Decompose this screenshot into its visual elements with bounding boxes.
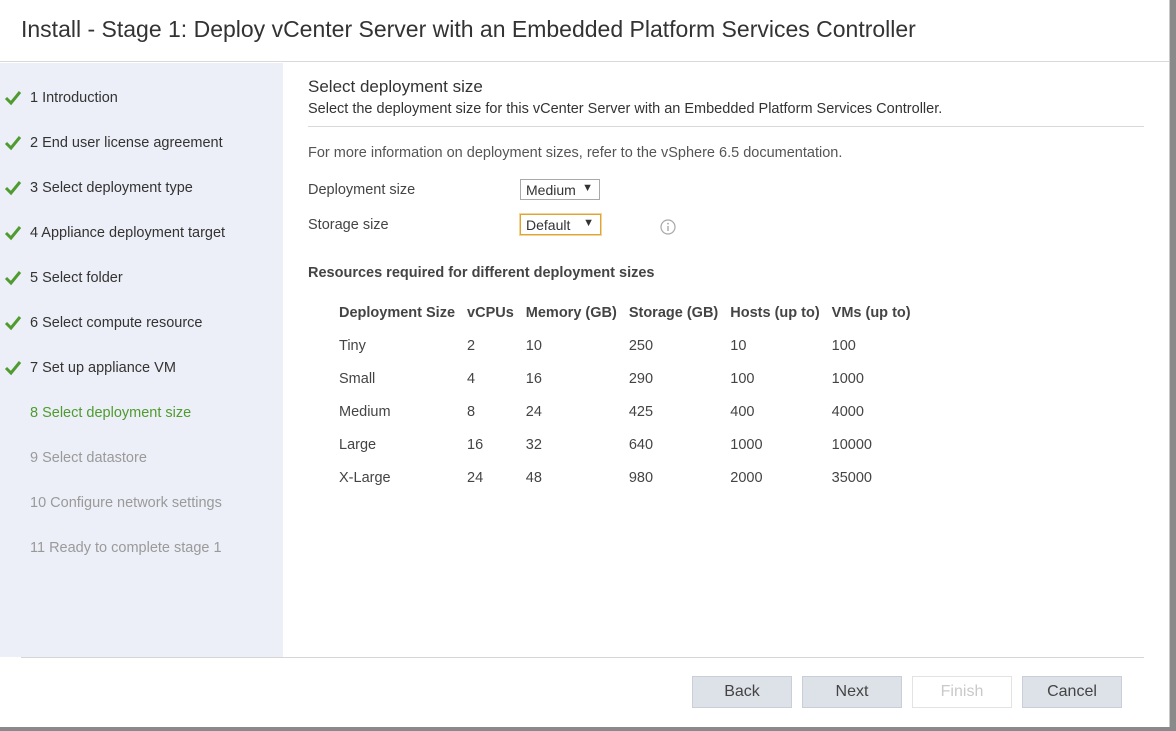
table-cell: 100 bbox=[831, 337, 856, 354]
sidebar-step-label: 8 Select deployment size bbox=[30, 405, 192, 421]
sidebar-step-label: 7 Set up appliance VM bbox=[30, 360, 176, 376]
table-row: Medium 8 24 425 400 4000 bbox=[333, 395, 917, 428]
sidebar-step-label: 9 Select datastore bbox=[30, 450, 147, 466]
table-cell: 400 bbox=[730, 403, 755, 420]
caret-down-icon: ▼ bbox=[582, 182, 593, 194]
column-header: Memory (GB) bbox=[525, 305, 617, 321]
deployment-size-select[interactable]: Medium ▼ bbox=[520, 179, 600, 200]
table-cell: 16 bbox=[467, 436, 484, 453]
caret-down-icon: ▼ bbox=[583, 217, 594, 229]
sidebar-step-label: 11 Ready to complete stage 1 bbox=[30, 540, 222, 556]
installer-window: Install - Stage 1: Deploy vCenter Server… bbox=[0, 0, 1170, 727]
table-cell: X-Large bbox=[339, 469, 391, 486]
table-cell: 4 bbox=[467, 370, 476, 387]
deployment-size-label: Deployment size bbox=[308, 182, 416, 198]
table-cell: 24 bbox=[525, 403, 542, 420]
table-cell: 425 bbox=[628, 403, 654, 420]
table-cell: Small bbox=[339, 370, 376, 387]
sidebar-step-deployment-type[interactable]: 3 Select deployment type bbox=[0, 177, 283, 201]
table-row: Large 16 32 640 1000 10000 bbox=[333, 428, 917, 461]
page-title: Select deployment size bbox=[308, 77, 483, 96]
sidebar-step-label: 3 Select deployment type bbox=[30, 180, 193, 196]
checkmark-icon bbox=[4, 91, 22, 106]
deployment-size-value: Medium bbox=[526, 182, 576, 198]
table-cell: 10 bbox=[730, 337, 747, 354]
table-cell: 980 bbox=[628, 469, 654, 486]
column-header: Hosts (up to) bbox=[730, 305, 820, 321]
sidebar-step-label: 1 Introduction bbox=[30, 90, 118, 106]
table-cell: 640 bbox=[628, 436, 654, 453]
table-cell: 2 bbox=[467, 337, 476, 354]
footer-divider bbox=[21, 657, 1144, 658]
table-cell: 100 bbox=[730, 370, 755, 387]
table-row: Small 4 16 290 100 1000 bbox=[333, 362, 917, 395]
window-edge bbox=[1170, 0, 1176, 731]
table-row: X-Large 24 48 980 2000 35000 bbox=[333, 461, 917, 494]
table-cell: 4000 bbox=[831, 403, 864, 420]
sidebar-step-deployment-target[interactable]: 4 Appliance deployment target bbox=[0, 222, 283, 246]
table-cell: 2000 bbox=[730, 469, 763, 486]
checkmark-icon bbox=[4, 226, 22, 241]
sidebar-step-label: 6 Select compute resource bbox=[30, 315, 203, 331]
checkmark-icon bbox=[4, 181, 22, 196]
page-subtitle: Select the deployment size for this vCen… bbox=[308, 101, 943, 117]
table-cell: Tiny bbox=[339, 337, 366, 354]
table-cell: 10000 bbox=[831, 436, 872, 453]
sidebar-step-introduction[interactable]: 1 Introduction bbox=[0, 87, 283, 111]
table-cell: Medium bbox=[339, 403, 391, 420]
sidebar-step-label: 2 End user license agreement bbox=[30, 135, 223, 151]
sidebar-step-label: 10 Configure network settings bbox=[30, 495, 222, 511]
sidebar-step-compute-resource[interactable]: 6 Select compute resource bbox=[0, 312, 283, 336]
column-header: VMs (up to) bbox=[831, 305, 911, 321]
column-header: Storage (GB) bbox=[628, 305, 719, 321]
table-header-row: Deployment Size vCPUs Memory (GB) Storag… bbox=[333, 297, 917, 329]
back-button[interactable]: Back bbox=[692, 676, 792, 708]
table-cell: 48 bbox=[525, 469, 542, 486]
checkmark-icon bbox=[4, 136, 22, 151]
title-bar: Install - Stage 1: Deploy vCenter Server… bbox=[0, 0, 1169, 62]
storage-size-label: Storage size bbox=[308, 217, 389, 233]
sidebar-step-appliance-vm[interactable]: 7 Set up appliance VM bbox=[0, 357, 283, 381]
table-cell: 1000 bbox=[831, 370, 864, 387]
checkmark-icon bbox=[4, 316, 22, 331]
sidebar-step-eula[interactable]: 2 End user license agreement bbox=[0, 132, 283, 156]
table-cell: 35000 bbox=[831, 469, 872, 486]
table-cell: Large bbox=[339, 436, 377, 453]
table-cell: 10 bbox=[525, 337, 542, 354]
wizard-steps-sidebar: 1 Introduction 2 End user license agreem… bbox=[0, 63, 283, 657]
table-cell: 16 bbox=[525, 370, 542, 387]
checkmark-icon bbox=[4, 271, 22, 286]
divider bbox=[308, 126, 1144, 127]
next-button[interactable]: Next bbox=[802, 676, 902, 708]
table-cell: 250 bbox=[628, 337, 654, 354]
sidebar-step-label: 4 Appliance deployment target bbox=[30, 225, 226, 241]
table-cell: 8 bbox=[467, 403, 476, 420]
cancel-button[interactable]: Cancel bbox=[1022, 676, 1122, 708]
window-edge bbox=[0, 727, 1176, 731]
resources-table: Deployment Size vCPUs Memory (GB) Storag… bbox=[333, 297, 917, 494]
storage-size-value: Default bbox=[526, 217, 571, 233]
sidebar-step-label: 5 Select folder bbox=[30, 270, 123, 286]
table-cell: 290 bbox=[628, 370, 654, 387]
window-title: Install - Stage 1: Deploy vCenter Server… bbox=[21, 16, 916, 42]
table-row: Tiny 2 10 250 10 100 bbox=[333, 329, 917, 362]
info-text: For more information on deployment sizes… bbox=[308, 145, 843, 161]
table-cell: 32 bbox=[525, 436, 542, 453]
column-header: Deployment Size bbox=[339, 305, 456, 321]
resources-title: Resources required for different deploym… bbox=[308, 265, 655, 281]
table-cell: 1000 bbox=[730, 436, 763, 453]
sidebar-step-select-folder[interactable]: 5 Select folder bbox=[0, 267, 283, 291]
checkmark-icon bbox=[4, 361, 22, 376]
sidebar-step-ready-to-complete: 11 Ready to complete stage 1 bbox=[0, 537, 283, 561]
sidebar-step-datastore: 9 Select datastore bbox=[0, 447, 283, 471]
column-header: vCPUs bbox=[467, 305, 514, 321]
sidebar-step-network-settings: 10 Configure network settings bbox=[0, 492, 283, 516]
info-icon[interactable] bbox=[660, 219, 676, 235]
storage-size-select[interactable]: Default ▼ bbox=[520, 214, 601, 235]
sidebar-step-deployment-size[interactable]: 8 Select deployment size bbox=[0, 402, 283, 426]
finish-button[interactable]: Finish bbox=[912, 676, 1012, 708]
table-cell: 24 bbox=[467, 469, 484, 486]
